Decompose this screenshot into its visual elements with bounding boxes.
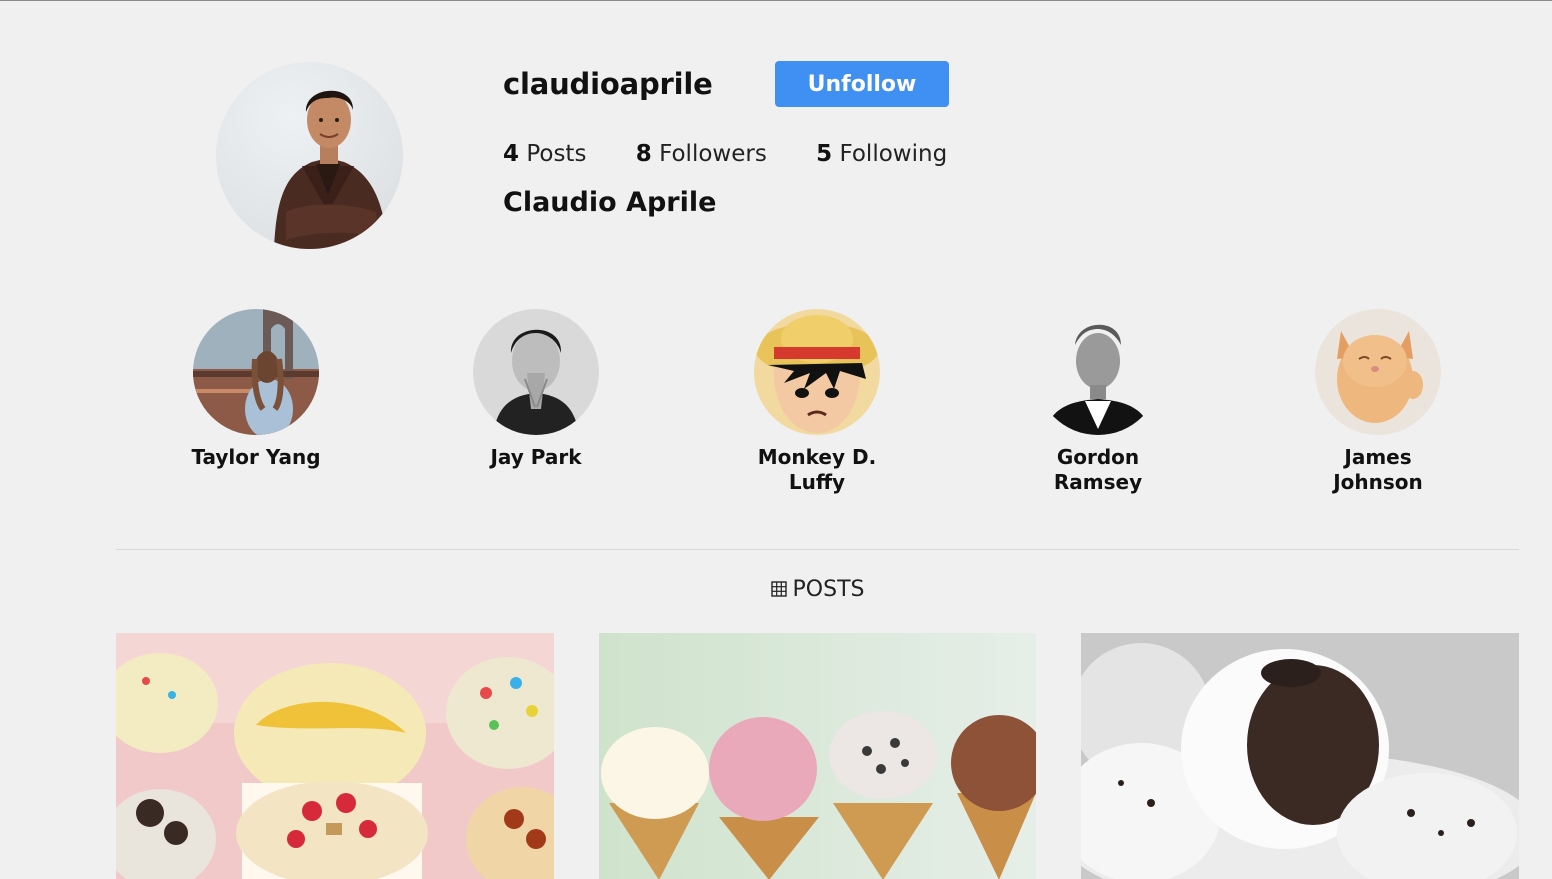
- followers-count: 8: [635, 141, 652, 167]
- posts-count: 4: [503, 141, 520, 167]
- post-thumbnail[interactable]: [116, 633, 554, 879]
- posts-tab[interactable]: POSTS: [0, 577, 1552, 603]
- following-item[interactable]: James Johnson: [1278, 309, 1478, 495]
- profile-stats: 4 Posts 8 Followers 5 Following: [503, 141, 989, 167]
- following-avatar: [473, 309, 599, 435]
- profile-full-name: Claudio Aprile: [503, 187, 717, 218]
- following-item[interactable]: Jay Park: [436, 309, 636, 470]
- followers-stat[interactable]: 8 Followers: [636, 141, 767, 167]
- following-name: Gordon Ramsey: [1053, 445, 1143, 494]
- profile-username: claudioaprile: [503, 67, 713, 101]
- post-thumbnail[interactable]: [599, 633, 1037, 879]
- grid-icon: [770, 578, 787, 603]
- post-thumbnail[interactable]: [1081, 633, 1519, 879]
- following-avatar: [193, 309, 319, 435]
- profile-page: claudioaprile Unfollow 4 Posts 8 Followe…: [0, 0, 1552, 879]
- section-divider: [116, 549, 1519, 550]
- following-item[interactable]: Monkey D. Luffy: [717, 309, 917, 495]
- following-item[interactable]: Taylor Yang: [156, 309, 356, 470]
- following-stat-label: Following: [839, 141, 948, 167]
- following-name: Taylor Yang: [191, 445, 321, 469]
- posts-tab-label: POSTS: [792, 577, 865, 602]
- unfollow-button[interactable]: Unfollow: [775, 61, 949, 107]
- following-item[interactable]: Gordon Ramsey: [998, 309, 1198, 495]
- profile-avatar: [216, 62, 403, 249]
- posts-stat: 4 Posts: [503, 141, 586, 167]
- following-avatar: [754, 309, 880, 435]
- following-count: 5: [816, 141, 833, 167]
- following-name: James Johnson: [1333, 445, 1423, 494]
- following-list: Taylor Yang Jay Park Monkey D. Luffy Gor…: [116, 309, 1519, 499]
- followers-stat-label: Followers: [659, 141, 767, 167]
- following-name: Jay Park: [490, 445, 582, 469]
- following-avatar: [1315, 309, 1441, 435]
- posts-stat-label: Posts: [526, 141, 587, 167]
- following-avatar: [1035, 309, 1161, 435]
- following-name: Monkey D. Luffy: [757, 445, 877, 494]
- following-stat[interactable]: 5 Following: [816, 141, 947, 167]
